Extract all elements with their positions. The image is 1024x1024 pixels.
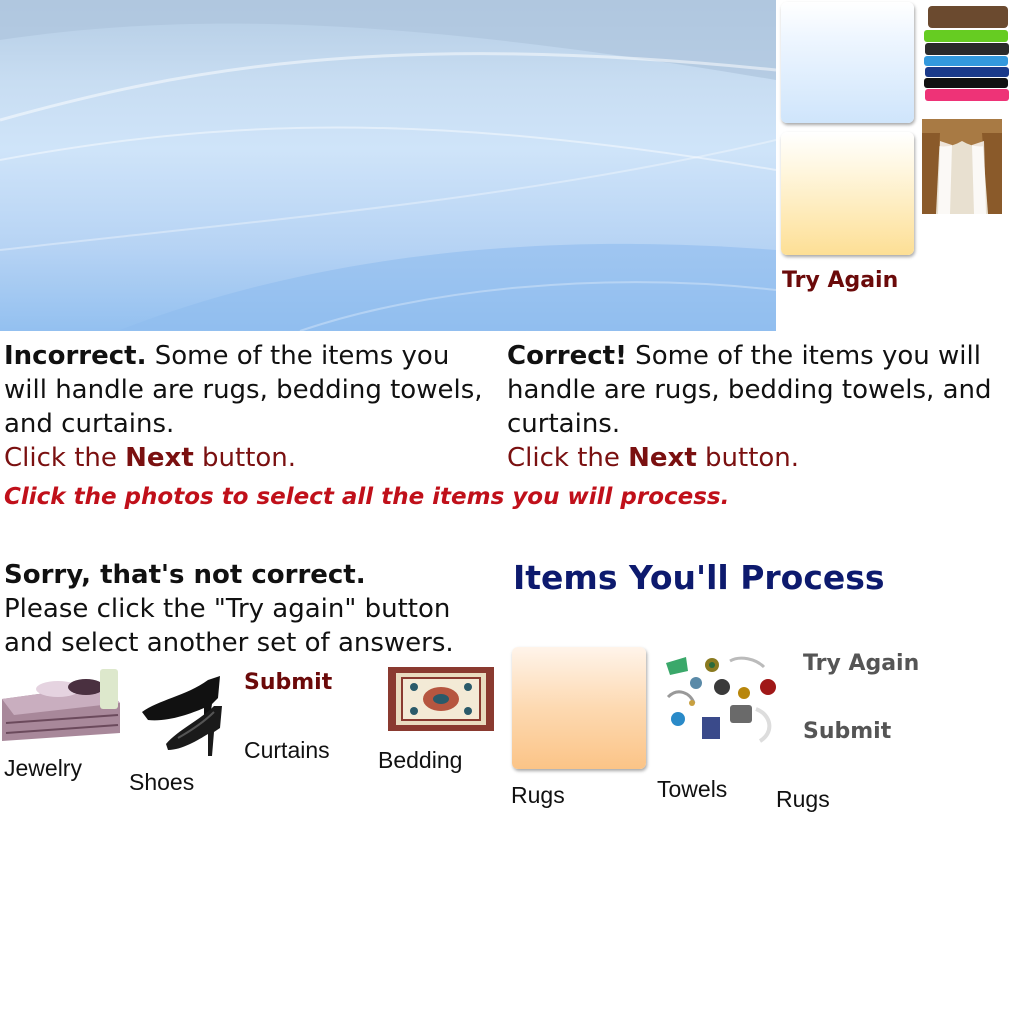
sorry-message: Sorry, that's not correct. Please click … xyxy=(4,558,496,660)
submit-button-2[interactable]: Submit xyxy=(803,719,891,744)
caption-curtains: Curtains xyxy=(244,737,330,763)
blue-answer-tile[interactable] xyxy=(781,2,914,123)
correct-next-instruction: Click the Next button. xyxy=(507,443,800,473)
curtains-photo[interactable] xyxy=(922,119,1002,214)
caption-bedding: Bedding xyxy=(378,747,463,773)
page-title: Items You'll Process xyxy=(513,558,885,597)
peach-answer-tile[interactable] xyxy=(512,647,646,769)
jewelry-photo[interactable] xyxy=(660,653,784,747)
sorry-title: Sorry, that's not correct. xyxy=(4,560,366,590)
caption-rugs-2: Rugs xyxy=(776,786,830,812)
incorrect-status: Incorrect. xyxy=(4,341,147,371)
caption-rugs-1: Rugs xyxy=(511,782,565,808)
bedding-photo[interactable] xyxy=(0,663,122,743)
towels-photo[interactable] xyxy=(922,4,1012,106)
incorrect-feedback: Incorrect. Some of the items you will ha… xyxy=(4,339,496,475)
instruction-text: Click the photos to select all the items… xyxy=(4,484,730,510)
caption-jewelry: Jewelry xyxy=(4,755,82,781)
yellow-answer-tile[interactable] xyxy=(781,132,914,255)
banner-image xyxy=(0,0,776,331)
try-again-button[interactable]: Try Again xyxy=(782,268,898,293)
correct-feedback: Correct! Some of the items you will hand… xyxy=(507,339,1007,475)
shoes-photo[interactable] xyxy=(138,670,226,758)
correct-status: Correct! xyxy=(507,341,627,371)
submit-button[interactable]: Submit xyxy=(244,670,332,695)
sorry-body: Please click the "Try again" button and … xyxy=(4,594,454,658)
caption-shoes: Shoes xyxy=(129,769,195,795)
try-again-button-2[interactable]: Try Again xyxy=(803,651,919,676)
caption-towels: Towels xyxy=(657,776,728,802)
rug-photo[interactable] xyxy=(384,663,498,735)
incorrect-next-instruction: Click the Next button. xyxy=(4,443,297,473)
